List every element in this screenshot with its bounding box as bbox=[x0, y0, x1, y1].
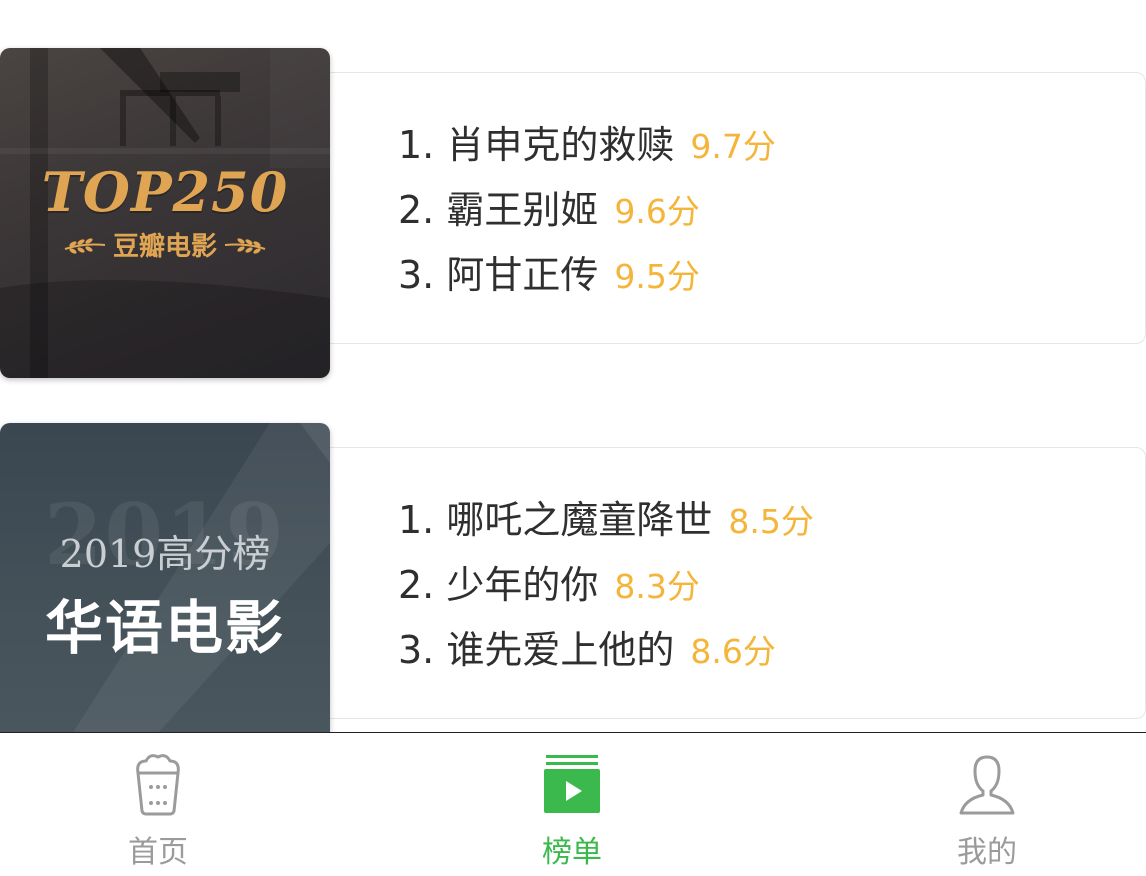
tab-ranking[interactable]: 榜单 bbox=[442, 733, 702, 873]
top250-movie-panel[interactable]: 1. 肖申克的救赎 9.7分 2. 霸王别姬 9.6分 3. 阿甘正传 9.5分 bbox=[322, 72, 1146, 344]
tab-ranking-label: 榜单 bbox=[542, 835, 602, 870]
ranking-list-icon bbox=[544, 755, 600, 813]
movie-item[interactable]: 3. 谁先爱上他的 8.6分 bbox=[398, 614, 814, 686]
tab-mine[interactable]: 我的 bbox=[857, 733, 1117, 873]
top250-logo-subtitle: 豆瓣电影 bbox=[112, 232, 217, 262]
cover-title: 华语电影 bbox=[44, 594, 285, 662]
chinese-2019-movie-panel[interactable]: 1. 哪吒之魔童降世 8.5分 2. 少年的你 8.3分 3. 谁先爱上他的 8.6分 bbox=[322, 447, 1146, 719]
chart-list[interactable]: TOP250 豆瓣电影 1. 肖申克的救赎 9.7分 2. 霸王别姬 9.6分 … bbox=[0, 0, 1146, 732]
tab-home[interactable]: 首页 bbox=[28, 733, 288, 873]
movie-item[interactable]: 3. 阿甘正传 9.5分 bbox=[398, 239, 776, 311]
movie-item[interactable]: 2. 霸王别姬 9.6分 bbox=[398, 174, 776, 246]
top250-logo-subtitle-row: 豆瓣电影 bbox=[0, 226, 330, 263]
movie-item[interactable]: 2. 少年的你 8.3分 bbox=[398, 549, 814, 621]
movie-item[interactable]: 1. 哪吒之魔童降世 8.5分 bbox=[398, 484, 814, 556]
movie-title: 1. 肖申克的救赎 bbox=[398, 123, 675, 167]
movie-title: 2. 少年的你 bbox=[398, 563, 599, 607]
person-icon bbox=[959, 755, 1015, 815]
movie-title: 3. 谁先爱上他的 bbox=[398, 628, 675, 672]
movie-score: 8.3分 bbox=[614, 567, 700, 606]
movie-title: 2. 霸王别姬 bbox=[398, 188, 599, 232]
ranking-page: TOP250 豆瓣电影 1. 肖申克的救赎 9.7分 2. 霸王别姬 9.6分 … bbox=[0, 0, 1146, 876]
chart-card-2019-chinese[interactable]: 2019 2019高分榜 华语电影 1. 哪吒之魔童降世 8.5分 2. 少年的你… bbox=[0, 423, 1146, 732]
top250-logo-title: TOP250 bbox=[41, 160, 289, 224]
movie-score: 8.5分 bbox=[728, 502, 814, 541]
bottom-tab-bar: 首页 榜单 我的 bbox=[0, 732, 1146, 876]
tab-home-label: 首页 bbox=[128, 835, 188, 870]
movie-item[interactable]: 1. 肖申克的救赎 9.7分 bbox=[398, 109, 776, 181]
left-laurel-icon bbox=[64, 237, 106, 254]
cover-2019-chinese-films[interactable]: 2019 2019高分榜 华语电影 bbox=[0, 423, 330, 732]
movie-score: 8.6分 bbox=[690, 632, 776, 671]
chinese-2019-movie-list: 1. 哪吒之魔童降世 8.5分 2. 少年的你 8.3分 3. 谁先爱上他的 8.6分 bbox=[398, 484, 814, 686]
popcorn-icon bbox=[136, 754, 180, 816]
right-laurel-icon bbox=[224, 237, 266, 254]
top250-movie-list: 1. 肖申克的救赎 9.7分 2. 霸王别姬 9.6分 3. 阿甘正传 9.5分 bbox=[398, 109, 776, 311]
cover-subtitle: 2019高分榜 bbox=[59, 532, 271, 576]
movie-title: 3. 阿甘正传 bbox=[398, 253, 599, 297]
movie-title: 1. 哪吒之魔童降世 bbox=[398, 498, 713, 542]
chart-card-top250[interactable]: TOP250 豆瓣电影 1. 肖申克的救赎 9.7分 2. 霸王别姬 9.6分 … bbox=[0, 48, 1146, 393]
tab-mine-label: 我的 bbox=[957, 835, 1017, 870]
movie-score: 9.7分 bbox=[690, 127, 776, 166]
movie-score: 9.5分 bbox=[614, 257, 700, 296]
movie-score: 9.6分 bbox=[614, 192, 700, 231]
cover-top250[interactable]: TOP250 豆瓣电影 bbox=[0, 48, 330, 378]
